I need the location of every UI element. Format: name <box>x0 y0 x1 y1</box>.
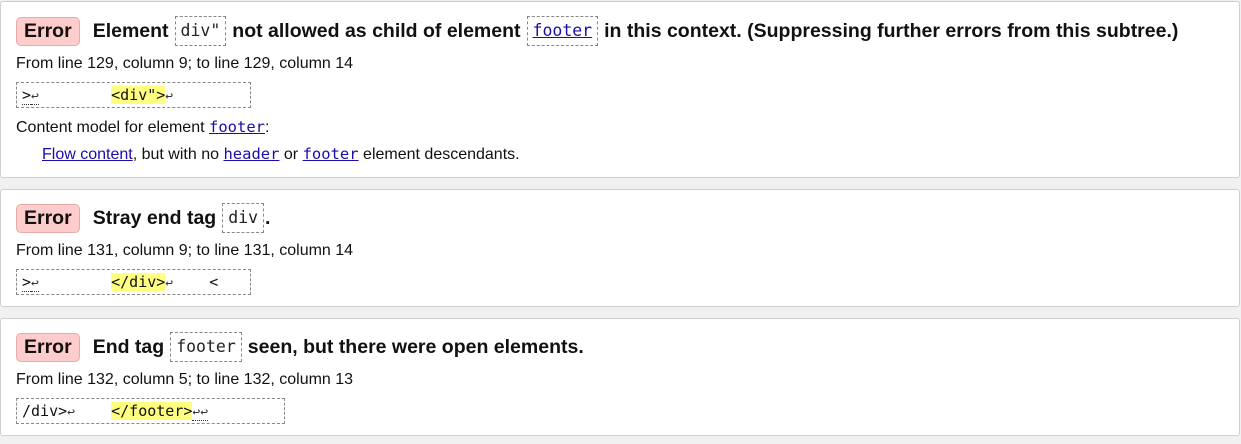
extract-gap <box>39 273 111 291</box>
error-heading: Error Stray end tag div . <box>16 203 270 233</box>
error-location: From line 131, column 9; to line 131, co… <box>16 242 354 259</box>
element-link-footer[interactable]: footer <box>526 16 599 46</box>
return-symbol: ↩ <box>67 405 75 420</box>
content-model-text: element descendants. <box>363 146 520 163</box>
extract-highlight: <div"> <box>111 86 166 104</box>
extract-gap <box>75 402 111 420</box>
return-symbol: ↩ <box>31 89 39 105</box>
error-text: Element <box>92 20 169 42</box>
content-model-text: Content model for element <box>16 119 205 136</box>
content-model-description: Flow content, but with no header or foot… <box>42 144 520 165</box>
error-badge: Error <box>16 203 80 233</box>
error-badge: Error <box>16 332 80 362</box>
error-message-card: Error Stray end tag div . From line 131,… <box>0 189 1240 307</box>
header-element-link[interactable]: header <box>223 145 279 163</box>
extract-text: < <box>173 273 219 291</box>
error-message-card: Error Element div" not allowed as child … <box>0 1 1240 178</box>
extract-text: > <box>22 86 32 105</box>
error-punctuation: . <box>265 207 271 229</box>
return-symbol: ↩ <box>165 89 174 104</box>
error-text: seen, but there were open elements. <box>247 336 584 358</box>
error-message-card: Error End tag footer seen, but there wer… <box>0 318 1240 436</box>
extract-gap <box>39 86 111 104</box>
element-code: div" <box>174 16 227 46</box>
extract-text: /div> <box>22 402 68 420</box>
content-model-element-link[interactable]: footer <box>209 118 265 136</box>
error-text: End tag <box>92 336 165 358</box>
return-symbol: ↩ <box>165 276 174 291</box>
content-model-text: or <box>283 146 299 163</box>
error-badge: Error <box>16 16 80 46</box>
content-model-label: Content model for element footer: <box>16 117 269 138</box>
source-extract: /div>↩ </footer>↩↩ <box>16 398 285 424</box>
error-text: Stray end tag <box>92 207 217 229</box>
flow-content-link[interactable]: Flow content <box>42 146 133 163</box>
footer-element-link[interactable]: footer <box>303 145 359 163</box>
extract-highlight: </footer> <box>111 402 193 420</box>
error-heading: Error Element div" not allowed as child … <box>16 16 1178 46</box>
extract-highlight: </div> <box>111 273 166 291</box>
return-symbol: ↩ <box>31 276 39 292</box>
source-extract: >↩ <div">↩ <box>16 82 251 108</box>
element-code: div <box>222 203 265 233</box>
extract-text: > <box>22 273 32 292</box>
error-location: From line 129, column 9; to line 129, co… <box>16 55 354 72</box>
return-symbol: ↩↩ <box>192 405 209 421</box>
error-heading: Error End tag footer seen, but there wer… <box>16 332 584 362</box>
error-text: not allowed as child of element <box>232 20 521 42</box>
error-location: From line 132, column 5; to line 132, co… <box>16 371 354 388</box>
validator-results: Error Element div" not allowed as child … <box>0 0 1241 444</box>
content-model-text: , but with no <box>132 146 219 163</box>
element-code: footer <box>170 332 242 362</box>
error-text: in this context. (Suppressing further er… <box>604 20 1179 42</box>
content-model-colon: : <box>265 119 270 136</box>
source-extract: >↩ </div>↩ < <box>16 269 251 295</box>
